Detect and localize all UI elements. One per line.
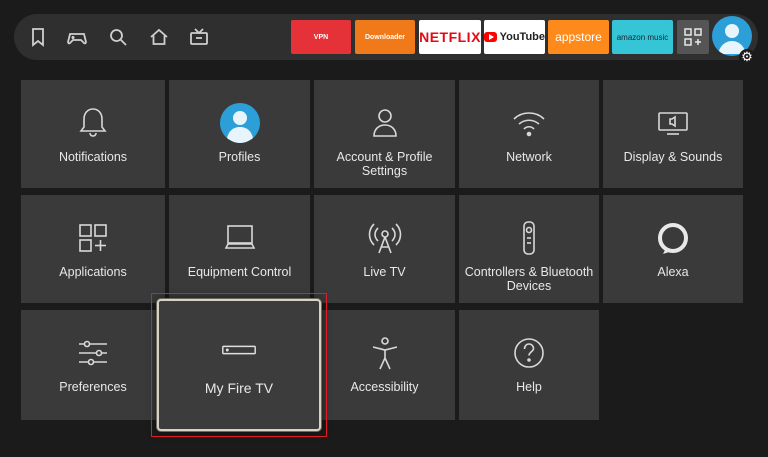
vpn-app-tile[interactable]: VPN <box>291 20 351 54</box>
tile-controllers-bluetooth[interactable]: Controllers & Bluetooth Devices <box>459 195 599 303</box>
tile-label: Equipment Control <box>187 265 292 279</box>
tile-label: Alexa <box>657 265 689 279</box>
tile-label: Help <box>516 380 542 394</box>
alexa-icon <box>603 219 743 257</box>
youtube-play-icon <box>484 32 497 42</box>
tile-account-profile-settings[interactable]: Account & Profile Settings <box>314 80 455 188</box>
wifi-icon <box>459 104 599 142</box>
downloader-app-label: Downloader <box>364 33 406 41</box>
youtube-app-tile[interactable]: YouTube <box>484 20 545 54</box>
amazon-music-app-tile[interactable]: amazon music <box>612 20 673 54</box>
tile-label: Network <box>506 150 552 164</box>
tile-preferences[interactable]: Preferences <box>21 310 165 420</box>
amazon-music-app-label: amazon music <box>616 32 669 42</box>
tile-accessibility[interactable]: Accessibility <box>314 310 455 420</box>
profile-avatar-icon <box>169 103 310 143</box>
search-icon[interactable] <box>106 25 130 49</box>
live-tv-icon[interactable] <box>187 25 211 49</box>
tile-profiles[interactable]: Profiles <box>169 80 310 188</box>
highlight-box <box>151 293 327 437</box>
tile-label: Account & Profile Settings <box>336 150 433 178</box>
tile-help[interactable]: Help <box>459 310 599 420</box>
tile-label: Profiles <box>218 150 261 164</box>
top-navigation-bar: VPN Downloader NETFLIX YouTube appstore … <box>14 14 758 65</box>
youtube-app-label: YouTube <box>499 31 545 43</box>
tv-sound-icon <box>603 104 743 142</box>
gamepad-icon[interactable] <box>65 25 89 49</box>
accessibility-icon <box>314 334 455 372</box>
gear-icon: ⚙ <box>739 49 755 65</box>
apps-grid-icon <box>21 219 165 257</box>
downloader-app-tile[interactable]: Downloader <box>355 20 415 54</box>
person-icon <box>314 104 455 142</box>
tile-alexa[interactable]: Alexa <box>603 195 743 303</box>
vpn-app-label: VPN <box>313 33 329 41</box>
tile-label: Notifications <box>58 150 128 164</box>
tile-equipment-control[interactable]: Equipment Control <box>169 195 310 303</box>
tile-display-sounds[interactable]: Display & Sounds <box>603 80 743 188</box>
netflix-app-label: NETFLIX <box>419 29 481 45</box>
appstore-app-tile[interactable]: appstore <box>548 20 609 54</box>
bookmark-icon[interactable] <box>26 25 50 49</box>
tile-network[interactable]: Network <box>459 80 599 188</box>
tile-label: Controllers & Bluetooth Devices <box>464 265 594 293</box>
tile-applications[interactable]: Applications <box>21 195 165 303</box>
remote-icon <box>459 219 599 257</box>
tile-notifications[interactable]: Notifications <box>21 80 165 188</box>
tile-label: Applications <box>59 265 127 279</box>
tile-label: Preferences <box>59 380 127 394</box>
tile-label: Accessibility <box>350 380 419 394</box>
bell-icon <box>21 104 165 142</box>
netflix-app-tile[interactable]: NETFLIX <box>419 20 481 54</box>
sliders-icon <box>21 334 165 372</box>
appstore-app-label: appstore <box>555 30 602 44</box>
tile-label: Display & Sounds <box>623 150 723 164</box>
tile-live-tv[interactable]: Live TV <box>314 195 455 303</box>
all-apps-button[interactable] <box>677 20 709 54</box>
monitor-icon <box>169 219 310 257</box>
antenna-icon <box>314 219 455 257</box>
home-icon[interactable] <box>147 25 171 49</box>
help-icon <box>459 334 599 372</box>
apps-grid-icon <box>684 28 702 46</box>
tile-label: Live TV <box>363 265 406 279</box>
